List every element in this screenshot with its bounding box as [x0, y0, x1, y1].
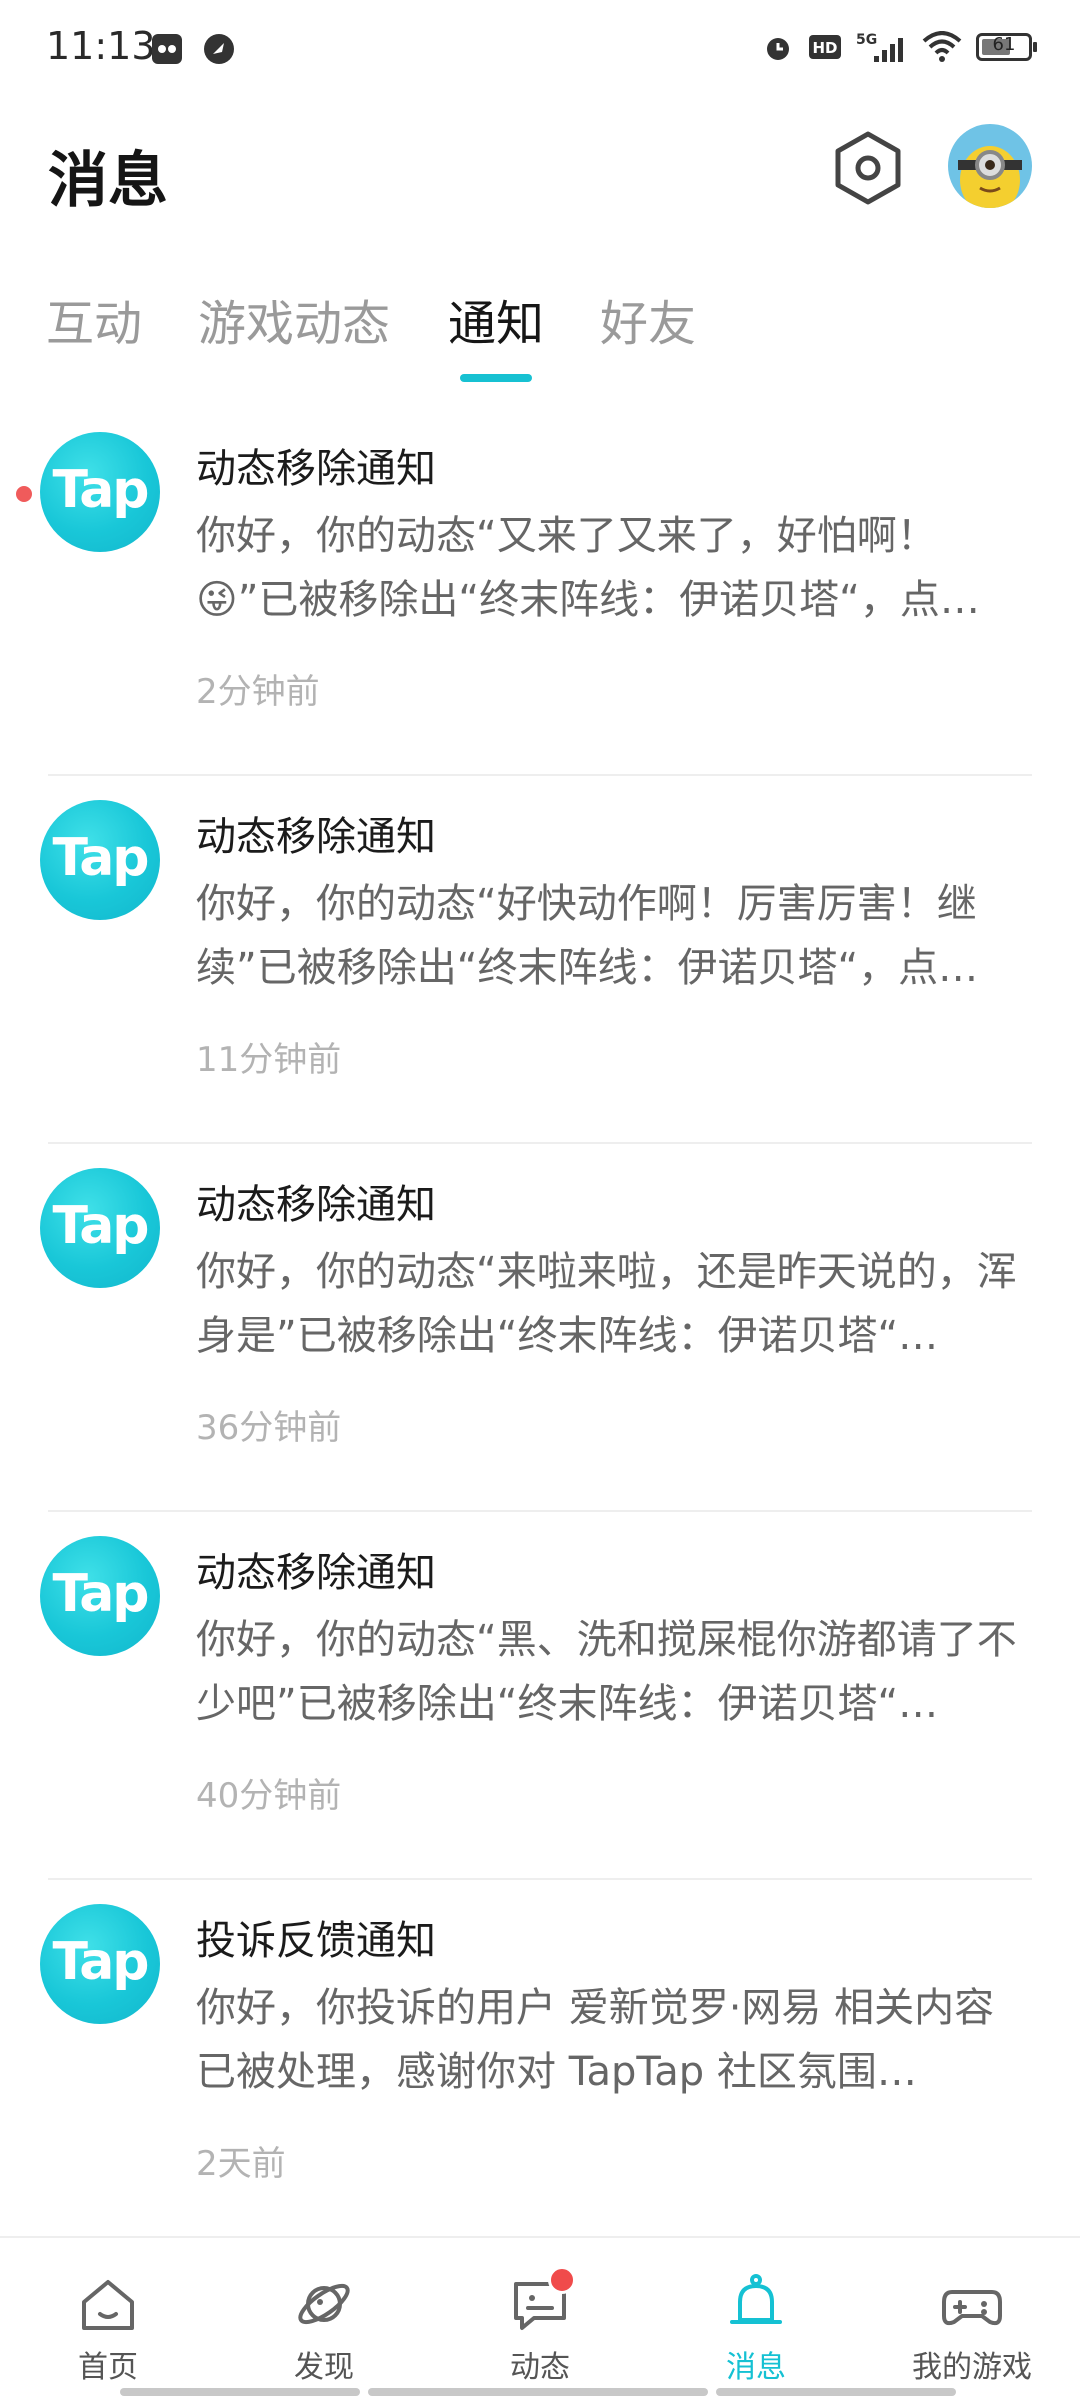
- tab-friends[interactable]: 好友: [600, 284, 696, 354]
- user-avatar[interactable]: [948, 124, 1032, 208]
- wifi-icon: [922, 31, 962, 62]
- tab-notifications[interactable]: 通知: [448, 284, 544, 354]
- notification-title: 动态移除通知: [196, 814, 436, 860]
- notification-time: 36分钟前: [196, 1408, 342, 1448]
- notification-body: 你好，你的动态“黑、洗和搅屎棍你游都请了不少吧”已被移除出“终末阵线：伊诺贝塔“…: [196, 1617, 1017, 1727]
- settings-hexagon-icon: [835, 131, 901, 205]
- taptap-logo-icon: Tap: [40, 432, 160, 552]
- notification-time: 2分钟前: [196, 672, 320, 712]
- notification-body: 你好，你投诉的用户 爱新觉罗·网易 相关内容已被处理，感谢你对 TapTap 社…: [196, 1985, 995, 2095]
- notification-body: 你好，你的动态“好快动作啊！厉害厉害！继续”已被移除出“终末阵线：伊诺贝塔“，点…: [196, 881, 979, 991]
- status-time: 11:13: [46, 24, 156, 68]
- bell-icon: [730, 2274, 782, 2324]
- svg-text:5G: 5G: [856, 32, 877, 48]
- status-left-icons: [150, 32, 236, 66]
- app-notification-icon: [204, 34, 234, 64]
- notification-list: Tap 动态移除通知 你好，你的动态“又来了又来了，好怕啊！😜”已被移除出“终末…: [0, 408, 1080, 2248]
- nav-discover[interactable]: 发现: [244, 2272, 404, 2386]
- gesture-bar: [120, 2388, 960, 2396]
- gamepad-icon: [942, 2290, 1002, 2326]
- notification-title: 动态移除通知: [196, 1182, 436, 1228]
- unread-dot: [16, 486, 32, 502]
- nav-label: 发现: [294, 2350, 354, 2385]
- bottom-nav: 首页 发现 动态 消息 我的游戏: [0, 2236, 1080, 2402]
- status-bar: 11:13 HD 5G 61: [0, 0, 1080, 100]
- notification-badge: [548, 2266, 576, 2294]
- minion-avatar-icon: [948, 124, 1032, 208]
- nav-home[interactable]: 首页: [28, 2272, 188, 2386]
- hd-icon: HD: [809, 35, 841, 59]
- notification-title: 投诉反馈通知: [196, 1918, 436, 1964]
- battery-icon: 61: [976, 33, 1037, 61]
- nav-label: 消息: [726, 2350, 786, 2385]
- taptap-logo-icon: Tap: [40, 800, 160, 920]
- list-item[interactable]: Tap 动态移除通知 你好，你的动态“来啦来啦，还是昨天说的，浑身是”已被移除出…: [0, 1144, 1080, 1512]
- taptap-logo-icon: Tap: [40, 1904, 160, 2024]
- planet-icon: [298, 2283, 350, 2325]
- notification-body: 你好，你的动态“来啦来啦，还是昨天说的，浑身是”已被移除出“终末阵线：伊诺贝塔“…: [196, 1249, 1017, 1359]
- list-item[interactable]: Tap 动态移除通知 你好，你的动态“又来了又来了，好怕啊！😜”已被移除出“终末…: [0, 408, 1080, 776]
- tab-bar: 互动 游戏动态 通知 好友: [0, 284, 1080, 394]
- svg-text:HD: HD: [812, 39, 837, 57]
- nav-messages[interactable]: 消息: [676, 2272, 836, 2386]
- notification-title: 动态移除通知: [196, 446, 436, 492]
- active-tab-indicator: [460, 374, 532, 382]
- notification-time: 2天前: [196, 2144, 286, 2184]
- notification-body: 你好，你的动态“又来了又来了，好怕啊！😜”已被移除出“终末阵线：伊诺贝塔“，点…: [196, 513, 980, 623]
- tab-interactions[interactable]: 互动: [46, 284, 142, 354]
- settings-button[interactable]: [832, 130, 904, 206]
- notification-title: 动态移除通知: [196, 1550, 436, 1596]
- alarm-icon: [767, 38, 789, 60]
- screenshot-notification-icon: [152, 34, 182, 64]
- notification-time: 40分钟前: [196, 1776, 342, 1816]
- nav-feed[interactable]: 动态: [460, 2266, 620, 2386]
- status-right-icons: HD 5G 61: [762, 30, 1037, 64]
- nav-label: 我的游戏: [912, 2350, 1032, 2385]
- home-icon: [82, 2280, 134, 2330]
- list-item[interactable]: Tap 投诉反馈通知 你好，你投诉的用户 爱新觉罗·网易 相关内容已被处理，感谢…: [0, 1880, 1080, 2248]
- notification-time: 11分钟前: [196, 1040, 342, 1080]
- tab-game-updates[interactable]: 游戏动态: [198, 284, 390, 354]
- nav-my-games[interactable]: 我的游戏: [892, 2272, 1052, 2386]
- nav-label: 动态: [510, 2350, 570, 2385]
- battery-level: 61: [992, 34, 1016, 55]
- list-item[interactable]: Tap 动态移除通知 你好，你的动态“好快动作啊！厉害厉害！继续”已被移除出“终…: [0, 776, 1080, 1144]
- nav-label: 首页: [78, 2350, 138, 2385]
- list-item[interactable]: Tap 动态移除通知 你好，你的动态“黑、洗和搅屎棍你游都请了不少吧”已被移除出…: [0, 1512, 1080, 1880]
- taptap-logo-icon: Tap: [40, 1536, 160, 1656]
- signal-5g-icon: 5G: [856, 32, 903, 62]
- taptap-logo-icon: Tap: [40, 1168, 160, 1288]
- page-title: 消息: [48, 146, 168, 216]
